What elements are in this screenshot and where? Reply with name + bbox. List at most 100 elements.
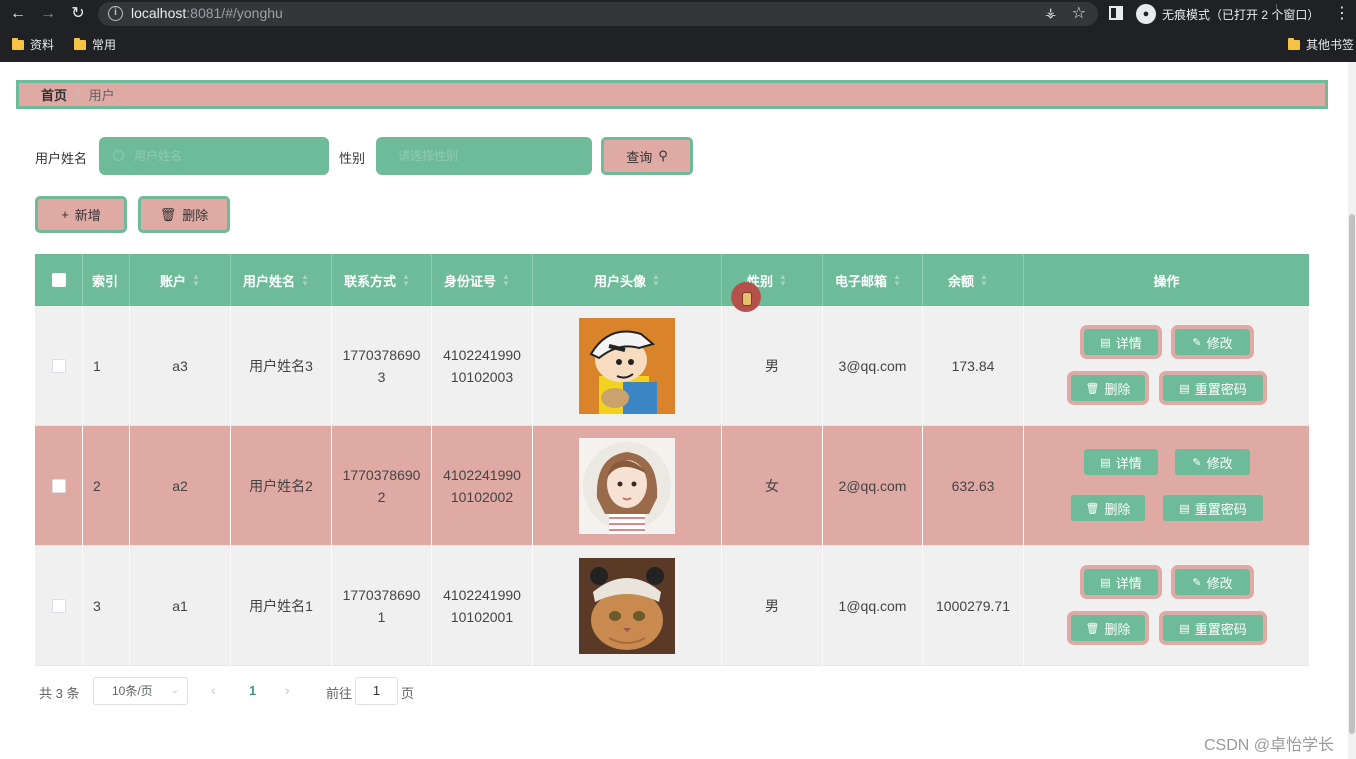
pencil-icon: ✎: [1192, 456, 1202, 469]
sort-icon[interactable]: ▲ ▼: [779, 273, 787, 288]
header-phone[interactable]: 联系方式 ▲ ▼: [332, 254, 432, 306]
account-cell: a3: [130, 306, 231, 426]
document-icon: ▤: [1179, 502, 1190, 515]
header-select-all[interactable]: [35, 254, 83, 306]
browser-chrome: ← → ↻ i localhost:8081/#/yonghu ⚶ ☆ ● 无痕…: [0, 0, 1356, 62]
reset-password-button[interactable]: ▤ 重置密码: [1163, 615, 1263, 641]
bookmark-label: 资料: [30, 38, 55, 52]
edit-button[interactable]: ✎ 修改: [1175, 329, 1250, 355]
breadcrumb-home[interactable]: 首页: [41, 85, 67, 104]
account-cell: a2: [130, 426, 231, 546]
password-key-icon[interactable]: ⚶: [1045, 5, 1056, 21]
table-row: 1 a3 用户姓名3 1770378690 3 4102241990 1010200…: [35, 306, 1309, 426]
gender-filter-select[interactable]: 请选择性别: [376, 137, 592, 175]
detail-button[interactable]: ▤ 详情: [1084, 569, 1158, 595]
delete-button[interactable]: 🗑 删除: [1071, 615, 1145, 641]
incognito-indicator[interactable]: ● 无痕模式（已打开 2 个窗口）: [1136, 3, 1319, 25]
edit-button[interactable]: ✎ 修改: [1175, 569, 1250, 595]
detail-label: 详情: [1115, 335, 1142, 351]
gender-cell: 女: [722, 426, 823, 546]
avatar-image-cat: [579, 558, 675, 654]
gender-cell: 男: [722, 306, 823, 426]
name-filter-input[interactable]: 用户姓名: [99, 137, 329, 175]
page-scrollbar[interactable]: [1348, 62, 1356, 759]
table-header: 索引 账户 ▲ ▼ 用户姓名 ▲ ▼ 联系方式 ▲ ▼ 身份证号 ▲ ▼ 用户头像 ▲ ▼ 性别 ▲ ▼…: [35, 254, 1309, 306]
document-icon: ▤: [1100, 456, 1111, 469]
incognito-icon: ●: [1136, 4, 1156, 24]
watermark: CSDN @卓怡学长: [1204, 737, 1335, 754]
reset-password-label: 重置密码: [1194, 621, 1247, 637]
header-id-card[interactable]: 身份证号 ▲ ▼: [432, 254, 533, 306]
row-select-cell: [35, 426, 83, 546]
id-line-2: 10102003: [450, 369, 514, 385]
operations-cell: ▤ 详情 ✎ 修改 🗑 删除 ▤ 重置密码: [1024, 426, 1309, 546]
back-icon[interactable]: ←: [8, 4, 28, 24]
operations-cell: ▤ 详情 ✎ 修改 🗑 删除 ▤ 重置密码: [1024, 306, 1309, 426]
scrollbar-thumb[interactable]: [1349, 214, 1355, 734]
sort-icon[interactable]: ▲ ▼: [402, 273, 410, 288]
detail-button[interactable]: ▤ 详情: [1084, 329, 1158, 355]
email-cell: 1@qq.com: [823, 546, 923, 666]
site-info-icon[interactable]: i: [108, 6, 123, 21]
index-cell: 1: [83, 306, 130, 426]
reset-password-button[interactable]: ▤ 重置密码: [1163, 375, 1263, 401]
sort-icon[interactable]: ▲ ▼: [893, 273, 901, 288]
other-bookmarks-label: 其他书签: [1306, 38, 1355, 52]
id-card-cell: 4102241990 10102001: [432, 546, 533, 666]
index-cell: 3: [83, 546, 130, 666]
document-icon: ▤: [1179, 382, 1190, 395]
delete-button[interactable]: 🗑 删除: [1071, 495, 1145, 521]
name-cell: 用户姓名2: [231, 426, 332, 546]
trash-icon: 🗑: [1085, 382, 1100, 395]
sort-icon[interactable]: ▲ ▼: [502, 273, 510, 288]
page-number-current[interactable]: 1: [249, 683, 256, 698]
prev-page-icon[interactable]: ‹: [211, 682, 216, 698]
avatar-image-girl: [579, 438, 675, 534]
next-page-icon[interactable]: ›: [285, 682, 290, 698]
bookmark-folder-1[interactable]: 资料: [12, 36, 54, 53]
header-email[interactable]: 电子邮箱 ▲ ▼: [823, 254, 923, 306]
select-all-checkbox[interactable]: [51, 273, 66, 287]
header-balance[interactable]: 余额 ▲ ▼: [923, 254, 1024, 306]
plus-icon: +: [61, 207, 69, 222]
header-avatar[interactable]: 用户头像 ▲ ▼: [533, 254, 722, 306]
bulk-delete-button[interactable]: 🗑 删除: [138, 196, 230, 233]
reload-icon[interactable]: ↻: [68, 4, 88, 24]
folder-icon: [1288, 37, 1300, 50]
edit-button[interactable]: ✎ 修改: [1175, 449, 1250, 475]
goto-page-input[interactable]: 1: [355, 677, 398, 705]
sort-icon[interactable]: ▲ ▼: [301, 273, 309, 288]
trash-icon: 🗑: [1085, 622, 1100, 635]
bulk-delete-button-label: 删除: [182, 208, 209, 223]
edit-label: 修改: [1206, 575, 1233, 591]
bookmark-folder-2[interactable]: 常用: [74, 36, 116, 53]
query-button[interactable]: 查询 ⚲: [601, 137, 693, 175]
address-bar[interactable]: i localhost:8081/#/yonghu ⚶ ☆: [98, 2, 1098, 26]
bookmark-star-icon[interactable]: ☆: [1072, 3, 1086, 23]
delete-button[interactable]: 🗑 删除: [1071, 375, 1145, 401]
sort-icon[interactable]: ▲ ▼: [652, 273, 660, 288]
header-name[interactable]: 用户姓名 ▲ ▼: [231, 254, 332, 306]
id-line-1: 4102241990: [443, 587, 521, 603]
forward-icon[interactable]: →: [38, 4, 58, 24]
sort-icon[interactable]: ▲ ▼: [192, 273, 200, 288]
side-panel-icon[interactable]: [1109, 6, 1123, 20]
detail-button[interactable]: ▤ 详情: [1084, 449, 1158, 475]
goto-suffix: 页: [401, 686, 415, 701]
other-bookmarks[interactable]: 其他书签: [1288, 36, 1354, 53]
sort-icon[interactable]: ▲ ▼: [980, 273, 988, 288]
page-size-select[interactable]: 10条/页 ⌄: [93, 677, 188, 705]
name-cell: 用户姓名1: [231, 546, 332, 666]
header-account[interactable]: 账户 ▲ ▼: [130, 254, 231, 306]
name-cell: 用户姓名3: [231, 306, 332, 426]
row-checkbox[interactable]: [51, 479, 66, 493]
cursor-highlight: [731, 282, 761, 312]
delete-label: 删除: [1104, 501, 1131, 517]
add-button[interactable]: + 新增: [35, 196, 127, 233]
avatar-cat: [579, 558, 675, 654]
row-checkbox[interactable]: [51, 359, 66, 373]
reset-password-button[interactable]: ▤ 重置密码: [1163, 495, 1263, 521]
email-cell: 3@qq.com: [823, 306, 923, 426]
browser-menu-icon[interactable]: ⋮: [1334, 3, 1350, 23]
row-checkbox[interactable]: [51, 599, 66, 613]
